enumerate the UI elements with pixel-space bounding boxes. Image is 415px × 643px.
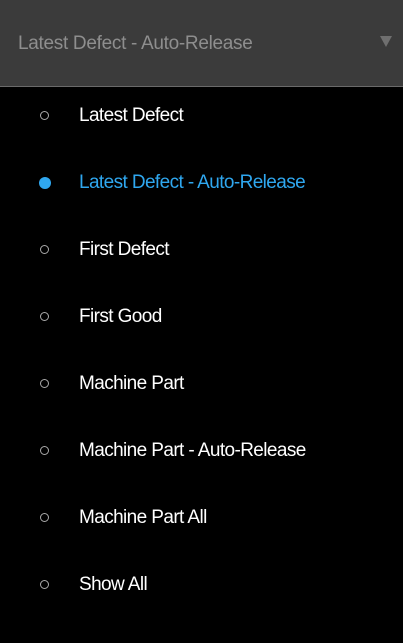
radio-unchecked-icon[interactable]: [40, 111, 49, 120]
radio-unchecked-icon[interactable]: [40, 379, 49, 388]
option-machine-part[interactable]: Machine Part: [0, 362, 403, 408]
option-label: Machine Part All: [79, 507, 207, 528]
dropdown-options-list: Latest Defect Latest Defect - Auto-Relea…: [0, 87, 403, 643]
right-edge-strip: [403, 0, 415, 643]
radio-unchecked-icon[interactable]: [40, 312, 49, 321]
option-first-defect[interactable]: First Defect: [0, 228, 403, 274]
radio-unchecked-icon[interactable]: [40, 513, 49, 522]
option-latest-defect-auto-release[interactable]: Latest Defect - Auto-Release: [0, 161, 403, 207]
option-label: First Defect: [79, 239, 170, 260]
option-label: Latest Defect: [79, 105, 184, 126]
dropdown-selected-value: Latest Defect - Auto-Release: [18, 33, 253, 54]
radio-unchecked-icon[interactable]: [40, 446, 49, 455]
option-label: Machine Part - Auto-Release: [79, 440, 306, 461]
radio-checked-icon[interactable]: [39, 177, 51, 189]
radio-unchecked-icon[interactable]: [40, 245, 49, 254]
option-label: First Good: [79, 306, 162, 327]
option-label: Machine Part: [79, 373, 184, 394]
option-machine-part-all[interactable]: Machine Part All: [0, 496, 403, 542]
radio-unchecked-icon[interactable]: [40, 580, 49, 589]
option-label: Show All: [79, 574, 148, 595]
dropdown-select[interactable]: Latest Defect - Auto-Release: [0, 0, 403, 87]
caret-down-icon[interactable]: [380, 36, 392, 47]
option-latest-defect[interactable]: Latest Defect: [0, 94, 403, 140]
option-show-all[interactable]: Show All: [0, 563, 403, 609]
option-machine-part-auto-release[interactable]: Machine Part - Auto-Release: [0, 429, 403, 475]
option-first-good[interactable]: First Good: [0, 295, 403, 341]
option-label: Latest Defect - Auto-Release: [79, 172, 306, 193]
